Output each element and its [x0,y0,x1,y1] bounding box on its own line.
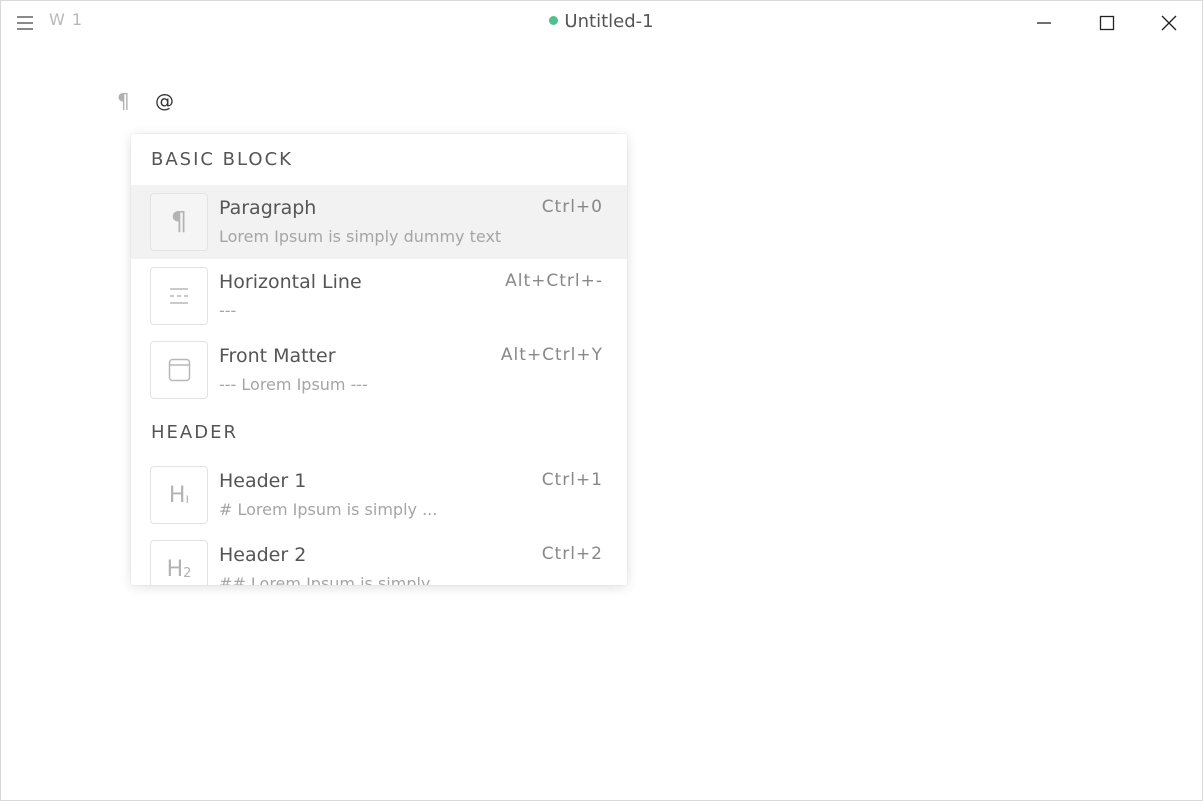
menu-item-front-matter[interactable]: Front Matter --- Lorem Ipsum --- Alt+Ctr… [131,333,627,407]
item-shortcut: Ctrl+2 [541,544,603,564]
menu-item-header-1[interactable]: Hı Header 1 # Lorem Ipsum is simply ... … [131,458,627,532]
item-description: --- [219,301,237,320]
item-description: # Lorem Ipsum is simply ... [219,500,438,519]
paragraph-icon: ¶ [150,193,208,251]
section-title-header: HEADER [151,422,238,443]
item-description: ## Lorem Ipsum is simply ... [219,574,451,585]
document-title-text: Untitled-1 [564,11,654,32]
minimize-icon [1037,22,1051,24]
typed-text[interactable]: @ [155,90,174,112]
document-title: Untitled-1 [1,11,1202,32]
quick-insert-popup: BASIC BLOCK ¶ Paragraph Lorem Ipsum is s… [131,134,627,585]
menu-item-header-2[interactable]: H2 Header 2 ## Lorem Ipsum is simply ...… [131,532,627,585]
maximize-icon [1099,15,1115,31]
minimize-button[interactable] [1027,7,1061,39]
item-label: Horizontal Line [219,271,362,293]
item-label: Front Matter [219,345,336,367]
section-title-basic-block: BASIC BLOCK [151,149,293,170]
maximize-button[interactable] [1090,7,1124,39]
item-shortcut: Alt+Ctrl+- [505,271,603,291]
header-1-icon: Hı [150,466,208,524]
horizontal-line-icon [150,267,208,325]
item-label: Header 2 [219,544,307,566]
unsaved-status-dot [549,16,559,25]
item-label: Header 1 [219,470,307,492]
close-icon [1161,15,1177,31]
header-2-icon: H2 [150,540,208,585]
item-description: Lorem Ipsum is simply dummy text [219,227,502,246]
close-button[interactable] [1152,7,1186,39]
item-shortcut: Ctrl+1 [541,470,603,490]
item-label: Paragraph [219,197,317,219]
editor-window: W 1 Untitled-1 ¶ @ BASIC BLOCK ¶ Paragra… [0,0,1203,801]
item-shortcut: Alt+Ctrl+Y [500,345,603,365]
item-shortcut: Ctrl+0 [541,197,603,217]
menu-item-horizontal-line[interactable]: Horizontal Line --- Alt+Ctrl+- [131,259,627,333]
menu-item-paragraph[interactable]: ¶ Paragraph Lorem Ipsum is simply dummy … [131,185,627,259]
item-description: --- Lorem Ipsum --- [219,375,368,394]
title-bar: W 1 Untitled-1 [1,1,1202,45]
paragraph-marker-icon[interactable]: ¶ [117,89,130,113]
front-matter-icon [150,341,208,399]
